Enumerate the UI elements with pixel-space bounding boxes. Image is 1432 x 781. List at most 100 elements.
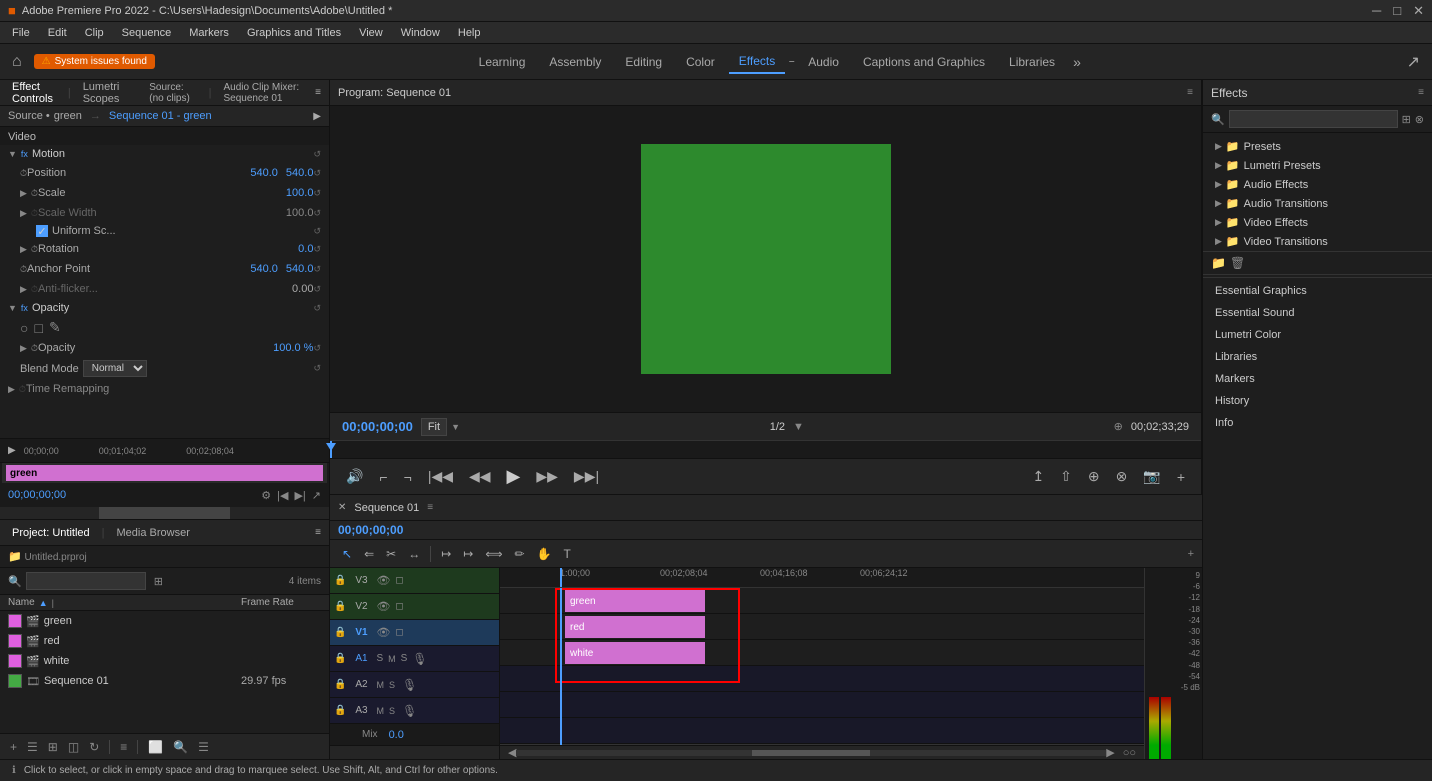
monitor-safe-icon[interactable]: ⊕ (1114, 420, 1123, 433)
ec-timeline-expand[interactable]: ▶ (8, 445, 16, 456)
seq-ruler[interactable]: 1:00;00 00;02;08;04 00;04;16;08 00;06;24… (500, 568, 1144, 588)
project-search-btn[interactable]: 🔍 (171, 738, 190, 756)
clip-v1-white[interactable]: white (565, 642, 705, 664)
seq-tool-select[interactable]: ↖ (338, 545, 356, 563)
anchor-reset[interactable]: ↺ (313, 264, 321, 275)
effects-search-input[interactable] (1229, 110, 1398, 128)
effects-history[interactable]: History (1203, 390, 1432, 412)
ec-clip-bar[interactable]: green (6, 465, 323, 481)
effects-item-audio-effects[interactable]: ▶ 📁 Audio Effects (1203, 175, 1432, 194)
effects-lumetri-color[interactable]: Lumetri Color (1203, 324, 1432, 346)
nav-share-button[interactable]: ↗ (1407, 52, 1420, 72)
rotation-reset[interactable]: ↺ (313, 244, 321, 255)
track-a3-s[interactable]: S (389, 706, 395, 716)
blend-mode-select[interactable]: Normal Multiply Screen (83, 360, 147, 377)
seq-add-track-btn[interactable]: + (1188, 548, 1194, 560)
menu-file[interactable]: File (4, 25, 38, 41)
opacity-reset[interactable]: ↺ (313, 303, 321, 314)
position-y[interactable]: 540.0 (286, 167, 314, 179)
nav-captions[interactable]: Captions and Graphics (853, 51, 995, 73)
sequence-menu-icon[interactable]: ≡ (427, 502, 433, 513)
monitor-btn-audio[interactable]: 🔊 (342, 464, 367, 489)
project-list-view[interactable]: ☰ (25, 738, 40, 756)
close-button[interactable]: ✕ (1413, 3, 1424, 19)
opacity-stopwatch[interactable]: ⏱ (31, 343, 38, 354)
effects-essential-graphics[interactable]: Essential Graphics (1203, 280, 1432, 302)
clip-v2-red[interactable]: red (565, 616, 705, 638)
col-name-header[interactable]: Name ▲ | (8, 597, 241, 608)
track-v1-eye[interactable]: 👁 (376, 626, 390, 639)
effects-libraries[interactable]: Libraries (1203, 346, 1432, 368)
rotation-value[interactable]: 0.0 (298, 243, 313, 255)
menu-view[interactable]: View (351, 25, 391, 41)
resize-handle[interactable]: | (52, 598, 54, 608)
track-a1-mic[interactable]: 🎙 (412, 652, 427, 666)
tab-project[interactable]: Project: Untitled (8, 525, 94, 541)
track-a1-lock[interactable]: 🔒 (334, 653, 346, 664)
project-freeform-view[interactable]: ◫ (66, 738, 81, 756)
effects-markers[interactable]: Markers (1203, 368, 1432, 390)
track-content-v1[interactable]: white (500, 640, 1144, 666)
motion-reset[interactable]: ↺ (313, 149, 321, 160)
seq-scroll-track[interactable] (516, 750, 1106, 756)
blend-reset[interactable]: ↺ (313, 363, 321, 374)
nav-libraries[interactable]: Libraries (999, 51, 1065, 73)
ec-nav-next[interactable]: ▶| (294, 489, 305, 502)
track-a2-m[interactable]: M (376, 680, 384, 690)
clip-v3-green[interactable]: green (565, 590, 705, 612)
menu-sequence[interactable]: Sequence (114, 25, 180, 41)
project-icon-view[interactable]: ⊞ (46, 738, 60, 756)
position-stopwatch[interactable]: ⏱ (20, 168, 27, 179)
effects-info[interactable]: Info (1203, 412, 1432, 434)
seq-scrollbar[interactable]: ◀ ▶ ○ ○ (500, 745, 1144, 759)
system-warning-badge[interactable]: ⚠ System issues found (34, 54, 155, 69)
monitor-btn-next-edit[interactable]: ▶▶| (570, 464, 603, 489)
monitor-btn-mark-out[interactable]: ¬ (400, 465, 416, 489)
effects-item-audio-transitions[interactable]: ▶ 📁 Audio Transitions (1203, 194, 1432, 213)
ec-nav-prev[interactable]: |◀ (277, 489, 288, 502)
opacity-header[interactable]: ▼ fx Opacity ↺ (0, 299, 329, 317)
monitor-btn-add-marker[interactable]: + (1173, 465, 1189, 489)
seq-tool-text[interactable]: T (560, 545, 575, 563)
track-v2-solo[interactable]: ◻ (395, 601, 403, 612)
project-new-bin[interactable]: + (8, 738, 19, 756)
scale-width-stopwatch[interactable]: ⏱ (31, 208, 38, 219)
scale-width-reset[interactable]: ↺ (313, 208, 321, 219)
scale-stopwatch[interactable]: ⏱ (31, 188, 38, 199)
track-content-a3[interactable] (500, 718, 1144, 744)
seq-tool-slip[interactable]: ↔ (404, 545, 424, 563)
project-find-btn[interactable]: ≡ (118, 738, 129, 756)
effects-item-video-effects[interactable]: ▶ 📁 Video Effects (1203, 213, 1432, 232)
opacity-percent[interactable]: 100.0 % (273, 342, 313, 354)
effects-essential-sound[interactable]: Essential Sound (1203, 302, 1432, 324)
uniform-scale-reset[interactable]: ↺ (313, 226, 321, 237)
tab-media-browser[interactable]: Media Browser (113, 525, 194, 541)
monitor-zoom-select[interactable]: Fit (421, 418, 447, 436)
track-content-v3[interactable]: green (500, 588, 1144, 614)
anti-flicker-expand[interactable]: ▶ (20, 284, 27, 295)
seq-tool-pen[interactable]: ✏ (511, 545, 529, 563)
seq-tool-hand[interactable]: ✋ (533, 545, 556, 563)
anchor-stopwatch[interactable]: ⏱ (20, 264, 27, 275)
monitor-btn-mark-in[interactable]: ⌐ (375, 465, 391, 489)
seq-tool-ripple-delete[interactable]: ⇐ (360, 545, 378, 563)
menu-clip[interactable]: Clip (77, 25, 112, 41)
seq-scroll-right[interactable]: ▶ (1106, 746, 1114, 759)
menu-edit[interactable]: Edit (40, 25, 75, 41)
track-a3-mic[interactable]: 🎙 (402, 704, 417, 718)
track-v3-eye[interactable]: 👁 (376, 574, 390, 587)
menu-graphics-titles[interactable]: Graphics and Titles (239, 25, 349, 41)
monitor-btn-step-back[interactable]: ◀◀ (465, 464, 495, 489)
opacity-pen-icon[interactable]: ✎ (49, 319, 61, 336)
track-a1-eye[interactable]: M (388, 654, 396, 664)
seq-tool-rolling[interactable]: ↦ (459, 545, 477, 563)
effects-trash-btn[interactable]: 🗑 (1230, 256, 1245, 270)
track-v3-lock[interactable]: 🔒 (334, 575, 346, 586)
monitor-btn-prev-edit[interactable]: |◀◀ (424, 464, 457, 489)
effects-item-lumetri-presets[interactable]: ▶ 📁 Lumetri Presets (1203, 156, 1432, 175)
project-clear-btn[interactable]: ⬜ (146, 738, 165, 756)
sequence-close-btn[interactable]: ✕ (338, 502, 346, 513)
project-item-sequence[interactable]: 🎞 Sequence 01 29.97 fps (0, 671, 329, 691)
track-content-a2[interactable] (500, 692, 1144, 718)
project-search-input[interactable] (26, 572, 146, 590)
